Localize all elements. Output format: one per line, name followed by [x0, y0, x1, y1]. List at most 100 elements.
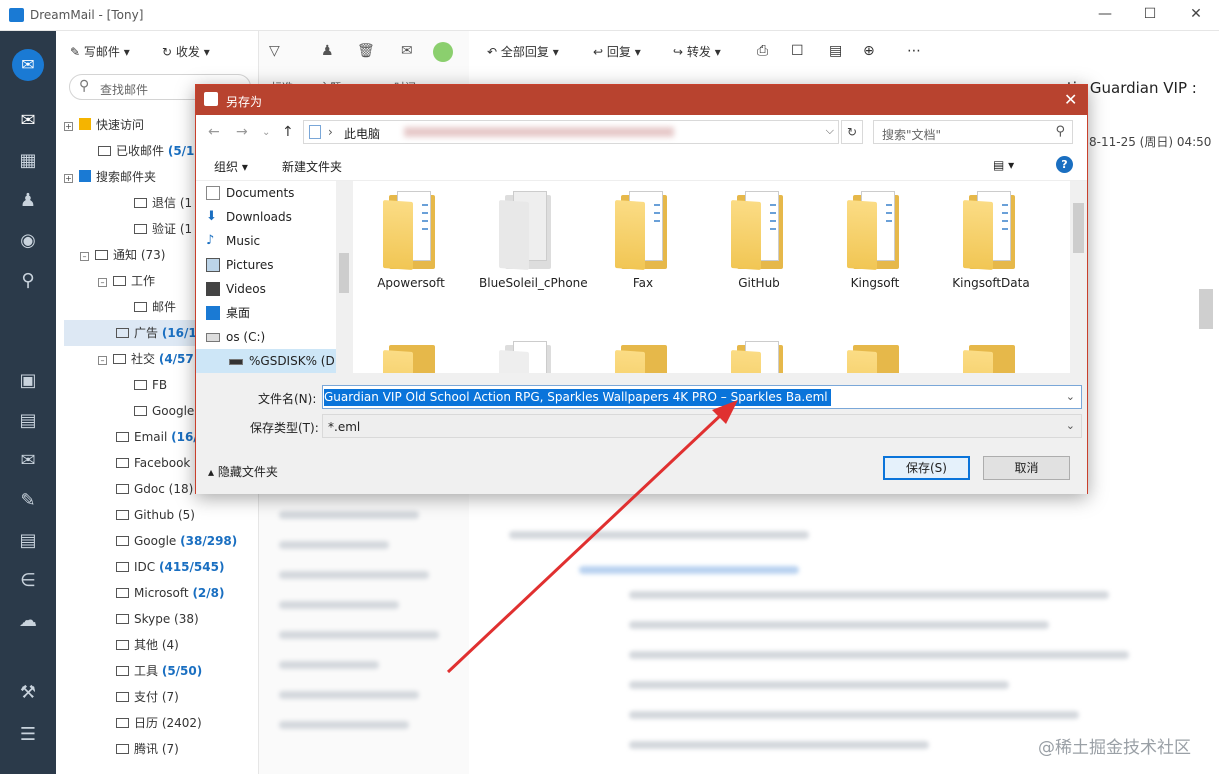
- help-icon[interactable]: ?: [1056, 156, 1073, 173]
- folder-idc[interactable]: IDC (415/545): [64, 554, 258, 580]
- menu-icon[interactable]: ☰: [16, 723, 40, 747]
- close-icon[interactable]: ✕: [1186, 6, 1206, 24]
- folder-item[interactable]: [363, 331, 459, 373]
- globe-icon[interactable]: ◉: [16, 229, 40, 253]
- save-button[interactable]: 保存(S): [883, 456, 970, 480]
- folder-item[interactable]: [595, 331, 691, 373]
- document-icon[interactable]: ▤: [16, 529, 40, 553]
- up-arrow-icon[interactable]: ↑: [282, 124, 294, 140]
- calendar-icon[interactable]: ▣: [16, 369, 40, 393]
- attachment-icon[interactable]: ∈: [16, 569, 40, 593]
- pen-icon[interactable]: ✎: [16, 489, 40, 513]
- receive-button[interactable]: ↻ 收发 ▾: [162, 43, 210, 60]
- folder-item[interactable]: Fax: [595, 181, 691, 301]
- folder-payment[interactable]: 支付 (7): [64, 684, 258, 710]
- filter-icon[interactable]: ▽: [269, 43, 280, 59]
- minimize-icon[interactable]: —: [1095, 6, 1115, 24]
- inbox-icon[interactable]: ✉: [16, 449, 40, 473]
- view-options-button[interactable]: ▤ ▾: [993, 158, 1014, 172]
- search-icon: ⚲: [79, 78, 90, 94]
- maximize-icon[interactable]: ☐: [1140, 6, 1160, 24]
- wrench-icon[interactable]: ⚒: [16, 681, 40, 705]
- folder-google[interactable]: Google (38/298): [64, 528, 258, 554]
- navigation-scroll-thumb[interactable]: [339, 253, 349, 293]
- nav-downloads[interactable]: ⬇ Downloads: [206, 205, 292, 229]
- mail-icon[interactable]: ✉: [16, 109, 40, 133]
- dialog-close-icon[interactable]: ✕: [1064, 90, 1077, 109]
- forward-arrow-icon[interactable]: →: [236, 124, 248, 140]
- mail-app-icon[interactable]: ✉: [12, 49, 44, 81]
- folder-skype[interactable]: Skype (38): [64, 606, 258, 632]
- folder-icon: [116, 588, 129, 598]
- delete-icon[interactable]: 🗑: [357, 43, 375, 59]
- nav-drive-c[interactable]: os (C:): [206, 325, 265, 349]
- breadcrumb[interactable]: 此电脑: [344, 125, 380, 142]
- folder-icon: [383, 341, 439, 373]
- search-icon[interactable]: ⚲: [16, 269, 40, 293]
- back-arrow-icon[interactable]: ←: [208, 124, 220, 140]
- folder-icon: [116, 562, 129, 572]
- organize-button[interactable]: 组织 ▾: [214, 158, 248, 175]
- folder-icon: [134, 302, 147, 312]
- cancel-button[interactable]: 取消: [983, 456, 1070, 480]
- folder-tools[interactable]: 工具 (5/50): [64, 658, 258, 684]
- folder-tencent[interactable]: 腾讯 (7): [64, 736, 258, 762]
- filename-input[interactable]: Guardian VIP Old School Action RPG, Spar…: [322, 385, 1082, 409]
- music-icon: ♪: [206, 233, 215, 248]
- user-icon[interactable]: ♟: [321, 43, 334, 59]
- history-dropdown-icon[interactable]: ⌄: [262, 127, 270, 138]
- reply-button[interactable]: ↩ 回复 ▾: [593, 43, 641, 60]
- folder-item[interactable]: [943, 331, 1039, 373]
- title-bar: DreamMail - [Tony] — ☐ ✕: [0, 0, 1219, 31]
- folder-item[interactable]: BlueSoleil_cPhone: [479, 181, 588, 301]
- filetype-select[interactable]: *.eml ⌄: [322, 414, 1082, 438]
- new-folder-button[interactable]: 新建文件夹: [282, 158, 342, 175]
- folder-item[interactable]: GitHub: [711, 181, 807, 301]
- address-dropdown-icon[interactable]: ⌵: [826, 124, 834, 138]
- folder-item[interactable]: [827, 331, 923, 373]
- address-bar[interactable]: › 此电脑 ⌵: [303, 120, 839, 144]
- hide-folders-toggle[interactable]: ▴ 隐藏文件夹: [208, 463, 278, 480]
- folder-microsoft[interactable]: Microsoft (2/8): [64, 580, 258, 606]
- nav-pictures[interactable]: Pictures: [206, 253, 274, 277]
- reading-scrollbar[interactable]: [1199, 289, 1213, 329]
- folder-calendar[interactable]: 日历 (2402): [64, 710, 258, 736]
- folder-other[interactable]: 其他 (4): [64, 632, 258, 658]
- computer-icon: [309, 125, 321, 139]
- status-icon[interactable]: [433, 42, 453, 62]
- reply-label: 回复: [606, 45, 631, 59]
- nav-drive-d[interactable]: %GSDISK% (D:: [196, 349, 339, 373]
- folder-item[interactable]: KingsoftData: [943, 181, 1039, 301]
- calendar-grid-icon[interactable]: ▦: [16, 149, 40, 173]
- contacts-icon[interactable]: ♟: [16, 189, 40, 213]
- chat-icon[interactable]: ✉: [401, 43, 413, 59]
- folder-item[interactable]: Kingsoft: [827, 181, 923, 301]
- save-form: 文件名(N): Guardian VIP Old School Action R…: [196, 373, 1087, 494]
- reply-all-button[interactable]: ↶ 全部回复 ▾: [487, 43, 559, 60]
- refresh-button[interactable]: ↻: [841, 120, 863, 144]
- forward-button[interactable]: ↪ 转发 ▾: [673, 43, 721, 60]
- nav-videos[interactable]: Videos: [206, 277, 266, 301]
- zoom-icon[interactable]: ⊕: [863, 43, 875, 59]
- desktop-icon: [206, 306, 220, 320]
- folder-github[interactable]: Github (5): [64, 502, 258, 528]
- chevron-down-icon[interactable]: ⌄: [1066, 390, 1075, 403]
- translate-icon[interactable]: ▤: [829, 43, 842, 59]
- file-search-input[interactable]: 搜索"文档" ⚲: [873, 120, 1073, 144]
- nav-music[interactable]: ♪ Music: [206, 229, 260, 253]
- chevron-down-icon[interactable]: ⌄: [1066, 419, 1075, 432]
- compose-button[interactable]: ✎ 写邮件 ▾: [70, 43, 130, 60]
- filetype-value: *.eml: [328, 420, 361, 434]
- folder-item[interactable]: [479, 331, 575, 373]
- cloud-icon[interactable]: ☁: [16, 609, 40, 633]
- folder-item[interactable]: Apowersoft: [363, 181, 459, 301]
- navigation-scrollbar[interactable]: [336, 181, 352, 373]
- nav-desktop[interactable]: 桌面: [206, 301, 250, 325]
- help-doc-icon[interactable]: ☐: [791, 43, 804, 59]
- nav-documents[interactable]: Documents: [206, 181, 294, 205]
- folder-item[interactable]: [711, 331, 807, 373]
- file-view-scroll-thumb[interactable]: [1073, 203, 1084, 253]
- print-icon[interactable]: ⎙: [757, 43, 768, 59]
- contact-card-icon[interactable]: ▤: [16, 409, 40, 433]
- more-icon[interactable]: ⋯: [907, 43, 921, 59]
